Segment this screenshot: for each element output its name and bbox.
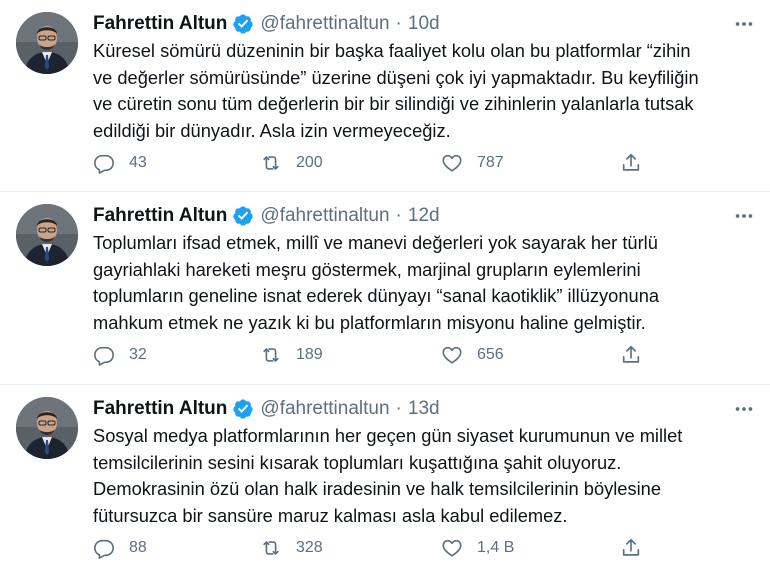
verified-badge-icon [232,398,254,420]
avatar[interactable] [16,12,78,74]
avatar-image [16,12,78,74]
like-count: 656 [477,346,504,363]
tweet-actions: 32 189 656 [93,342,653,368]
heart-icon [442,539,462,557]
share-button[interactable] [620,150,642,176]
like-button[interactable]: 787 [441,150,504,176]
tweet-text: Küresel sömürü düzeninin bir başka faali… [93,40,699,141]
separator-dot: · [395,205,402,226]
retweet-count: 328 [296,539,323,556]
tweet-timestamp[interactable]: 12d [408,205,440,227]
author-name[interactable]: Fahrettin Altun [93,13,227,35]
retweet-icon [263,541,279,555]
share-icon [622,345,640,363]
tweet[interactable]: Fahrettin Altun @fahrettinaltun · 12d To… [0,192,770,385]
more-options-icon[interactable] [732,12,756,36]
avatar-image [16,397,78,459]
tweet[interactable]: Fahrettin Altun @fahrettinaltun · 13d So… [0,385,770,579]
tweet[interactable]: Fahrettin Altun @fahrettinaltun · 10d Kü… [0,0,770,192]
author-name[interactable]: Fahrettin Altun [93,398,227,420]
author-handle[interactable]: @fahrettinaltun [260,205,389,227]
reply-button[interactable]: 43 [93,150,147,176]
retweet-icon [263,348,279,362]
like-count: 787 [477,154,504,171]
retweet-count: 189 [296,346,323,363]
reply-icon [94,539,114,559]
tweet-timestamp[interactable]: 13d [408,398,440,420]
tweet-timeline: Fahrettin Altun @fahrettinaltun · 10d Kü… [0,0,770,579]
tweet-text: Toplumları ifsad etmek, millî ve manevi … [93,232,660,333]
reply-count: 32 [129,346,147,363]
avatar[interactable] [16,397,78,459]
more-options-icon[interactable] [732,204,756,228]
retweet-icon [263,156,279,170]
heart-icon [442,346,462,364]
share-button[interactable] [620,342,642,368]
tweet-timestamp[interactable]: 10d [408,13,440,35]
tweet-actions: 43 200 787 [93,150,653,176]
like-button[interactable]: 1,4 B [441,535,514,561]
retweet-button[interactable]: 189 [260,342,323,368]
reply-button[interactable]: 32 [93,342,147,368]
verified-badge-icon [232,205,254,227]
reply-button[interactable]: 88 [93,535,147,561]
share-icon [622,538,640,556]
more-options-icon[interactable] [732,397,756,421]
author-handle[interactable]: @fahrettinaltun [260,13,389,35]
tweet-text: Sosyal medya platformlarının her geçen g… [93,425,683,526]
author-handle[interactable]: @fahrettinaltun [260,398,389,420]
reply-icon [94,346,114,366]
author-name[interactable]: Fahrettin Altun [93,205,227,227]
reply-count: 88 [129,539,147,556]
reply-icon [94,154,114,174]
verified-badge-icon [232,13,254,35]
like-count: 1,4 B [477,539,515,556]
retweet-button[interactable]: 328 [260,535,323,561]
retweet-button[interactable]: 200 [260,150,323,176]
share-button[interactable] [620,535,642,561]
like-button[interactable]: 656 [441,342,504,368]
tweet-actions: 88 328 1,4 B [93,535,653,561]
separator-dot: · [395,13,402,34]
reply-count: 43 [129,154,147,171]
retweet-count: 200 [296,154,323,171]
avatar-image [16,204,78,266]
share-icon [622,153,640,171]
tweet-header: Fahrettin Altun @fahrettinaltun · 12d [93,204,440,228]
avatar[interactable] [16,204,78,266]
tweet-header: Fahrettin Altun @fahrettinaltun · 13d [93,397,440,421]
separator-dot: · [395,398,402,419]
tweet-header: Fahrettin Altun @fahrettinaltun · 10d [93,12,440,36]
heart-icon [442,154,462,172]
